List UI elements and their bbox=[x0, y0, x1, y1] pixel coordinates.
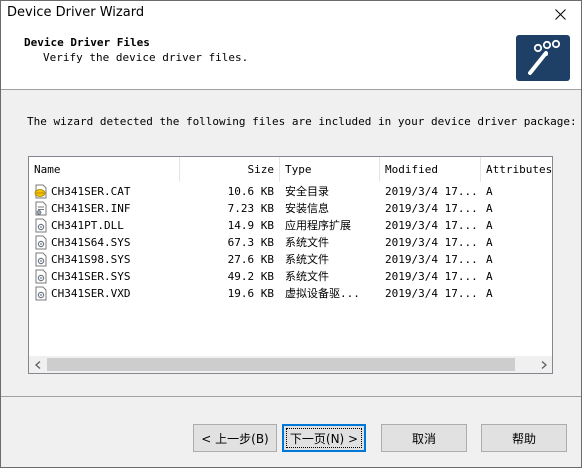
file-size: 10.6 KB bbox=[227, 185, 274, 198]
next-button[interactable]: 下一页(N) > bbox=[282, 424, 366, 452]
file-name: CH341SER.VXD bbox=[51, 287, 131, 300]
security-catalog-icon bbox=[34, 184, 47, 199]
scroll-left-button[interactable] bbox=[29, 356, 46, 373]
file-list[interactable]: Name Size Type Modified Attributes CH341… bbox=[28, 156, 553, 374]
column-header-modified[interactable]: Modified bbox=[380, 157, 481, 182]
file-size: 14.9 KB bbox=[227, 219, 274, 232]
table-row[interactable]: CH341S98.SYS 27.6 KB 系统文件 2019/3/4 17...… bbox=[29, 251, 552, 268]
chevron-right-icon bbox=[541, 360, 547, 369]
list-header: Name Size Type Modified Attributes bbox=[29, 157, 552, 182]
file-attributes: A bbox=[486, 219, 493, 232]
wizard-logo-icon bbox=[516, 35, 570, 81]
file-modified: 2019/3/4 17... bbox=[385, 236, 478, 249]
file-type: 虚拟设备驱... bbox=[285, 287, 360, 300]
focus-ring bbox=[286, 428, 362, 448]
file-attributes: A bbox=[486, 185, 493, 198]
file-name: CH341SER.SYS bbox=[51, 270, 131, 283]
file-type: 安全目录 bbox=[285, 185, 329, 198]
footer-divider bbox=[1, 396, 581, 397]
system-file-icon bbox=[35, 252, 47, 267]
file-name: CH341PT.DLL bbox=[51, 219, 124, 232]
file-modified: 2019/3/4 17... bbox=[385, 202, 478, 215]
file-attributes: A bbox=[486, 202, 493, 215]
column-header-name[interactable]: Name bbox=[29, 157, 180, 182]
scrollbar-thumb[interactable] bbox=[47, 358, 515, 371]
file-type: 应用程序扩展 bbox=[285, 219, 351, 232]
list-rows: CH341SER.CAT 10.6 KB 安全目录 2019/3/4 17...… bbox=[29, 183, 552, 302]
file-name: CH341SER.INF bbox=[51, 202, 131, 215]
back-button[interactable]: < 上一步(B) bbox=[193, 424, 277, 452]
file-attributes: A bbox=[486, 236, 493, 249]
file-attributes: A bbox=[486, 253, 493, 266]
page-subtitle: Verify the device driver files. bbox=[43, 51, 249, 64]
table-row[interactable]: CH341SER.CAT 10.6 KB 安全目录 2019/3/4 17...… bbox=[29, 183, 552, 200]
window-title: Device Driver Wizard bbox=[7, 5, 145, 20]
file-name: CH341S64.SYS bbox=[51, 236, 131, 249]
table-row[interactable]: CH341SER.VXD 19.6 KB 虚拟设备驱... 2019/3/4 1… bbox=[29, 285, 552, 302]
file-modified: 2019/3/4 17... bbox=[385, 219, 478, 232]
wizard-header: Device Driver Files Verify the device dr… bbox=[1, 27, 581, 90]
file-name: CH341S98.SYS bbox=[51, 253, 131, 266]
system-file-icon bbox=[35, 269, 47, 284]
file-size: 49.2 KB bbox=[227, 270, 274, 283]
file-size: 27.6 KB bbox=[227, 253, 274, 266]
file-type: 系统文件 bbox=[285, 253, 329, 266]
file-modified: 2019/3/4 17... bbox=[385, 253, 478, 266]
system-file-icon bbox=[35, 235, 47, 250]
column-header-attributes[interactable]: Attributes bbox=[481, 157, 552, 182]
column-header-size[interactable]: Size bbox=[180, 157, 280, 182]
table-row[interactable]: CH341SER.INF 7.23 KB 安装信息 2019/3/4 17...… bbox=[29, 200, 552, 217]
cancel-button[interactable]: 取消 bbox=[381, 424, 467, 452]
file-type: 安装信息 bbox=[285, 202, 329, 215]
column-header-type[interactable]: Type bbox=[280, 157, 380, 182]
file-name: CH341SER.CAT bbox=[51, 185, 131, 198]
help-button[interactable]: 帮助 bbox=[481, 424, 567, 452]
file-size: 19.6 KB bbox=[227, 287, 274, 300]
file-modified: 2019/3/4 17... bbox=[385, 270, 478, 283]
table-row[interactable]: CH341S64.SYS 67.3 KB 系统文件 2019/3/4 17...… bbox=[29, 234, 552, 251]
close-button[interactable] bbox=[539, 1, 581, 27]
file-attributes: A bbox=[486, 270, 493, 283]
setup-info-icon bbox=[35, 201, 47, 216]
file-type: 系统文件 bbox=[285, 270, 329, 283]
system-file-icon bbox=[35, 218, 47, 233]
file-modified: 2019/3/4 17... bbox=[385, 185, 478, 198]
file-modified: 2019/3/4 17... bbox=[385, 287, 478, 300]
wizard-body: The wizard detected the following files … bbox=[1, 91, 581, 395]
scroll-right-button[interactable] bbox=[535, 356, 552, 373]
chevron-left-icon bbox=[34, 360, 40, 369]
title-bar[interactable]: Device Driver Wizard bbox=[1, 1, 581, 27]
page-title: Device Driver Files bbox=[24, 36, 150, 49]
table-row[interactable]: CH341PT.DLL 14.9 KB 应用程序扩展 2019/3/4 17..… bbox=[29, 217, 552, 234]
horizontal-scrollbar[interactable] bbox=[29, 356, 552, 373]
file-type: 系统文件 bbox=[285, 236, 329, 249]
table-row[interactable]: CH341SER.SYS 49.2 KB 系统文件 2019/3/4 17...… bbox=[29, 268, 552, 285]
system-file-icon bbox=[35, 286, 47, 301]
file-attributes: A bbox=[486, 287, 493, 300]
close-icon bbox=[554, 8, 566, 20]
file-size: 67.3 KB bbox=[227, 236, 274, 249]
intro-text: The wizard detected the following files … bbox=[27, 115, 577, 128]
file-size: 7.23 KB bbox=[227, 202, 274, 215]
wizard-window: Device Driver Wizard Device Driver Files… bbox=[0, 0, 582, 468]
